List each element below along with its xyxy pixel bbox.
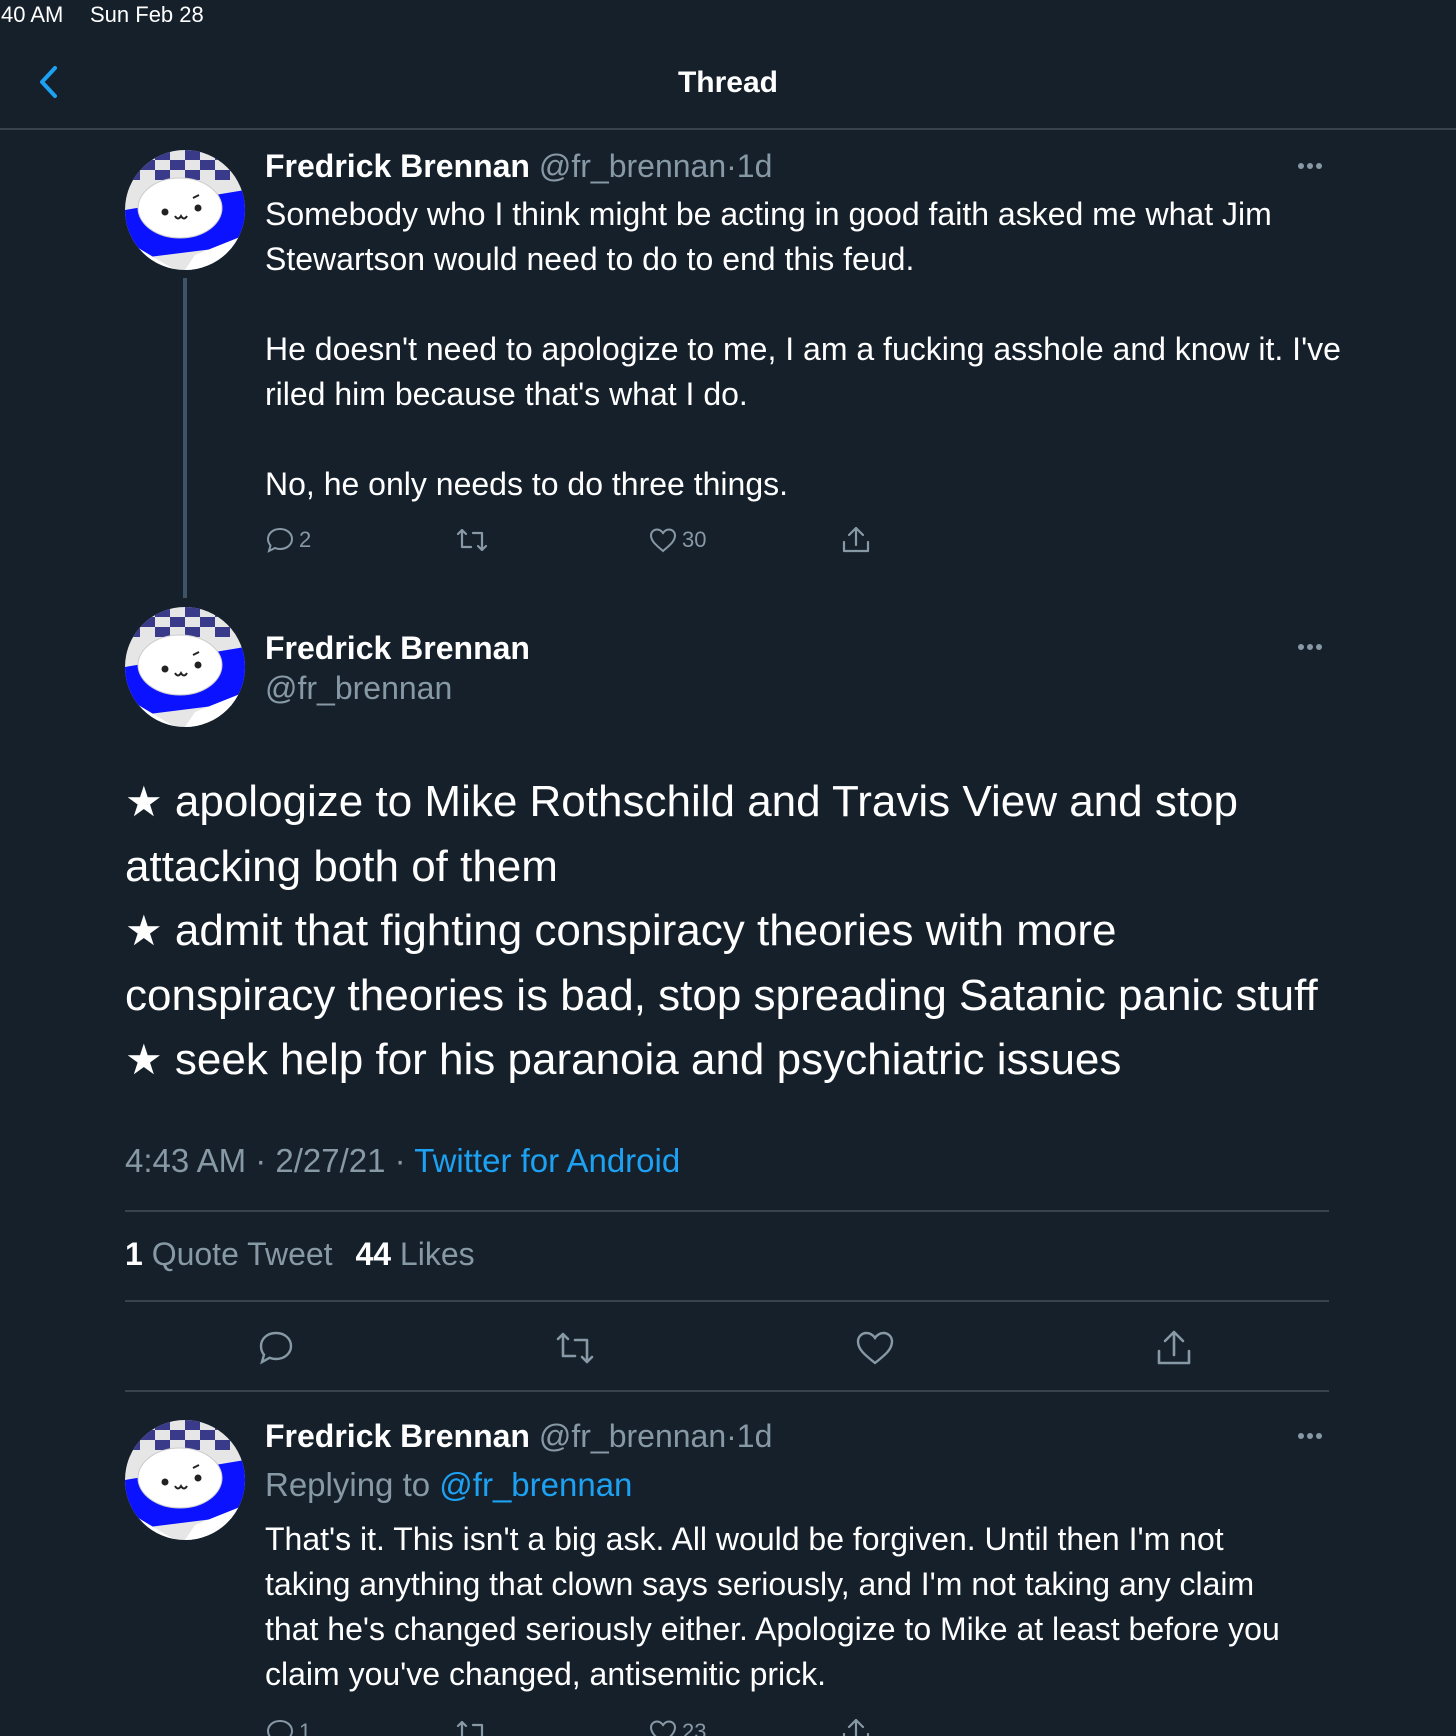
like-count: 23 (682, 1719, 707, 1736)
reply-icon (266, 527, 294, 553)
tweet-line: That's it. This isn't a big ask. All wou… (265, 1521, 1224, 1557)
reply-count: 1 (299, 1719, 312, 1736)
star-icon: ★ (125, 907, 163, 954)
reply-button[interactable]: 2 (265, 520, 311, 560)
separator-dot: · (726, 1418, 737, 1454)
star-icon: ★ (125, 1036, 163, 1083)
tweet-author-line: Fredrick Brennan @fr_brennan·1d (265, 148, 772, 185)
like-button[interactable]: 30 (648, 520, 706, 560)
thread-connector (183, 278, 187, 598)
share-button[interactable] (840, 520, 872, 560)
retweet-icon (456, 528, 488, 552)
more-options-button[interactable] (1290, 154, 1330, 178)
tweet-author-line: Fredrick Brennan @fr_brennan·1d (265, 1418, 772, 1455)
divider (125, 1210, 1329, 1212)
tweet-paragraph: He doesn't need to apologize to me, I am… (265, 331, 1341, 412)
tweet-time-ago[interactable]: 1d (737, 1418, 773, 1454)
more-options-button[interactable] (1290, 635, 1330, 659)
share-icon (842, 1718, 870, 1736)
bullet-line: conspiracy theories is bad, stop spreadi… (125, 970, 1318, 1020)
bullet-line: ★ admit that fighting conspiracy theorie… (125, 906, 1117, 955)
star-icon: ★ (125, 778, 163, 825)
divider (125, 1300, 1329, 1302)
tweet-timestamp[interactable]: 4:43 AM · 2/27/21 (125, 1142, 386, 1179)
retweet-icon (456, 1720, 484, 1736)
reply-icon (266, 1719, 294, 1736)
replying-to-label: Replying to (265, 1466, 431, 1503)
avatar[interactable] (125, 1420, 245, 1540)
retweet-button[interactable] (553, 1326, 597, 1370)
bullet-line: ★ seek help for his paranoia and psychia… (125, 1035, 1122, 1084)
tweet-text: That's it. This isn't a big ask. All wou… (265, 1517, 1445, 1697)
separator-dot: · (726, 148, 737, 184)
tweet-line: claim you've changed, antisemitic prick. (265, 1656, 827, 1692)
thread-header: Thread (0, 40, 1456, 130)
share-icon (1157, 1330, 1191, 1365)
heart-icon (649, 528, 677, 553)
author-name[interactable]: Fredrick Brennan (265, 1418, 530, 1454)
tweet-source-link[interactable]: Twitter for Android (414, 1142, 680, 1179)
tweet-time-ago[interactable]: 1d (737, 148, 773, 184)
likes-stat[interactable]: 44 Likes (355, 1236, 474, 1272)
separator-dot: · (385, 1142, 415, 1179)
tweet-stats: 1 Quote Tweet 44 Likes (125, 1236, 489, 1273)
status-time: 40 AM (1, 2, 64, 27)
bullet-line: ★ apologize to Mike Rothschild and Travi… (125, 777, 1239, 826)
author-handle[interactable]: @fr_brennan (539, 1418, 726, 1454)
mention-link[interactable]: @fr_brennan (439, 1466, 632, 1503)
page-title: Thread (677, 66, 779, 99)
quote-tweets-stat[interactable]: 1 Quote Tweet (125, 1236, 333, 1272)
thread-screen: 40 AM Sun Feb 28 Thread Fredrick Brennan… (0, 0, 1456, 1736)
reply-icon (259, 1331, 293, 1365)
share-icon (842, 526, 870, 553)
tweet-line: taking anything that clown says seriousl… (265, 1566, 1255, 1602)
avatar[interactable] (125, 607, 245, 727)
reply-count: 2 (299, 527, 312, 552)
retweet-icon (556, 1332, 594, 1364)
more-icon (1298, 644, 1322, 650)
tweet-metadata: 4:43 AM · 2/27/21 · Twitter for Android (125, 1142, 680, 1180)
like-button[interactable]: 23 (648, 1712, 706, 1736)
like-count: 30 (682, 527, 707, 552)
tweet-paragraph: No, he only needs to do three things. (265, 466, 789, 502)
tweet-paragraph: Somebody who I think might be acting in … (265, 196, 1272, 277)
divider (125, 1390, 1329, 1392)
more-options-button[interactable] (1290, 1424, 1330, 1448)
bullet-line: attacking both of them (125, 841, 558, 891)
more-icon (1298, 163, 1322, 169)
main-author-name[interactable]: Fredrick Brennan (265, 630, 530, 667)
tweet-text: Somebody who I think might be acting in … (265, 192, 1345, 507)
avatar[interactable] (125, 150, 245, 270)
retweet-button[interactable] (455, 520, 489, 560)
author-name[interactable]: Fredrick Brennan (265, 148, 530, 184)
more-icon (1298, 1433, 1322, 1439)
heart-icon (649, 1720, 677, 1736)
main-author-handle[interactable]: @fr_brennan (265, 670, 452, 707)
share-button[interactable] (840, 1712, 872, 1736)
replying-to-line: Replying to @fr_brennan (265, 1466, 632, 1504)
heart-icon (856, 1331, 894, 1365)
author-handle[interactable]: @fr_brennan (539, 148, 726, 184)
status-date: Sun Feb 28 (90, 2, 204, 27)
reply-button[interactable]: 1 (265, 1712, 311, 1736)
main-tweet-text: ★ apologize to Mike Rothschild and Travi… (125, 770, 1345, 1093)
share-button[interactable] (1152, 1326, 1196, 1370)
reply-button[interactable] (254, 1326, 298, 1370)
tweet-line: that he's changed seriously either. Apol… (265, 1611, 1280, 1647)
like-button[interactable] (853, 1326, 897, 1370)
retweet-button[interactable] (455, 1712, 489, 1736)
